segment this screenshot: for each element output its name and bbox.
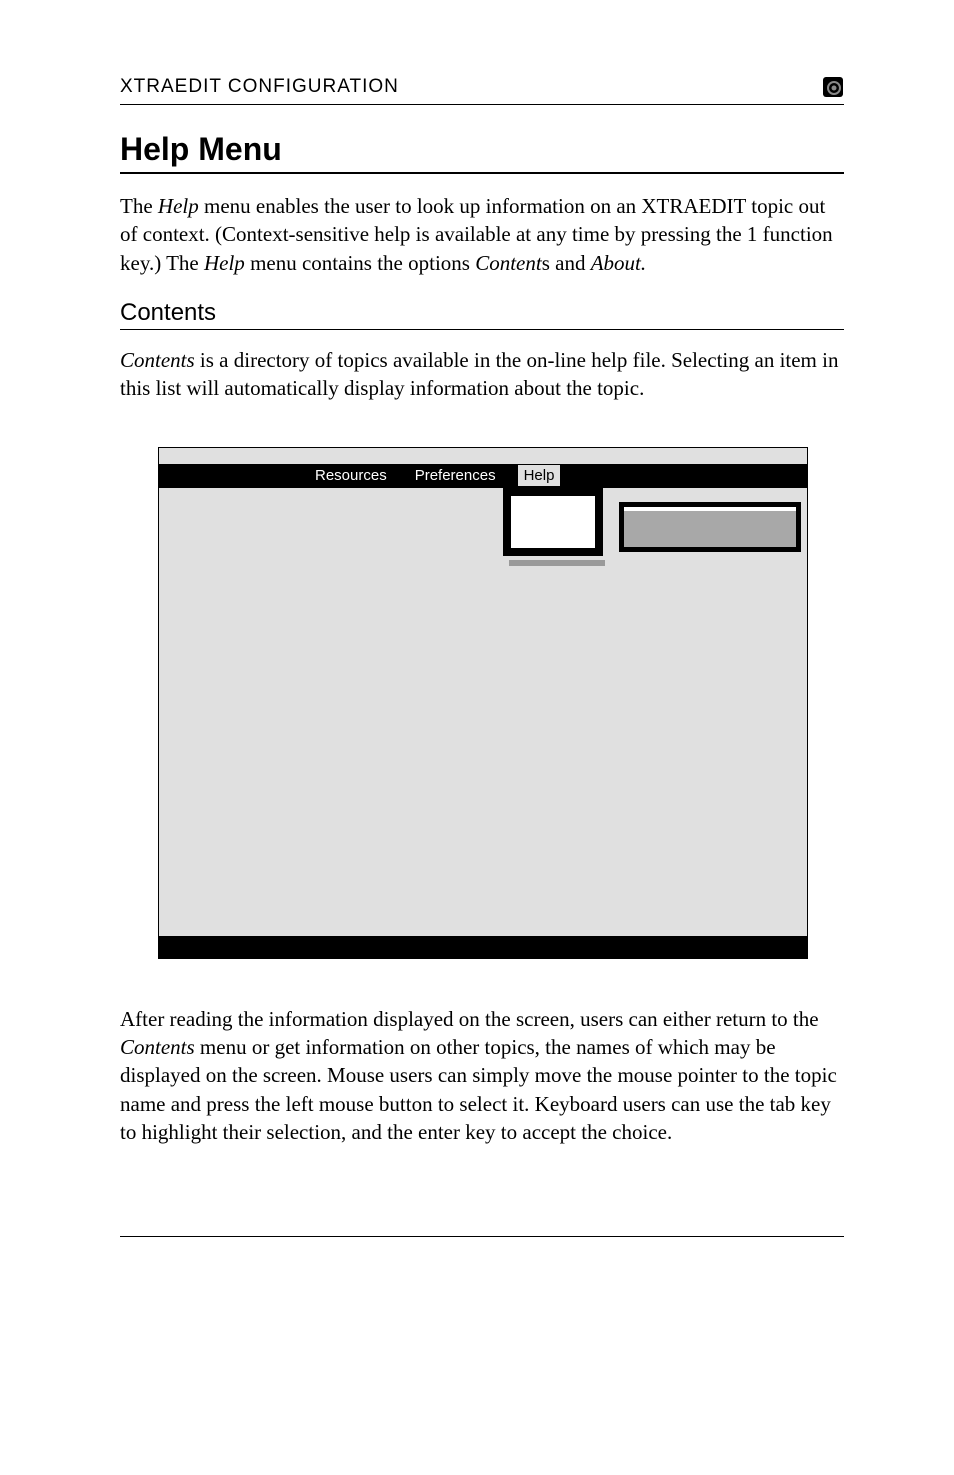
heading-help-menu: Help Menu (120, 131, 844, 174)
text-italic: Help (204, 251, 245, 275)
sub-window (619, 502, 801, 552)
logo-icon (822, 76, 844, 98)
text-italic: Help (158, 194, 199, 218)
text: is a directory of topics available in th… (120, 348, 838, 400)
text: After reading the information displayed … (120, 1007, 819, 1031)
menu-help[interactable]: Help (518, 465, 561, 486)
sub-window-titlebar (624, 507, 796, 511)
app-titlebar (159, 448, 807, 464)
text-italic: About. (591, 251, 646, 275)
text-italic: Content (475, 251, 542, 275)
app-body (159, 488, 807, 936)
menu-preferences[interactable]: Preferences (409, 465, 502, 486)
text: s and (542, 251, 591, 275)
help-dropdown[interactable] (503, 488, 603, 556)
page-content: XTRAEDIT CONFIGURATION Help Menu The Hel… (0, 0, 954, 1307)
running-header-text: XTRAEDIT CONFIGURATION (120, 76, 399, 98)
intro-paragraph: The Help menu enables the user to look u… (120, 192, 844, 277)
app-window: Resources Preferences Help (158, 447, 808, 959)
text-italic: Contents (120, 348, 195, 372)
menu-resources[interactable]: Resources (309, 465, 393, 486)
heading-contents: Contents (120, 299, 844, 330)
footer-rule (120, 1236, 844, 1237)
text: menu contains the options (245, 251, 475, 275)
text: The (120, 194, 158, 218)
dropdown-shadow (509, 560, 605, 566)
screenshot-figure: Resources Preferences Help (158, 447, 844, 959)
after-paragraph: After reading the information displayed … (120, 1005, 844, 1147)
dropdown-highlight (511, 496, 595, 548)
text: menu or get information on other topics,… (120, 1035, 837, 1144)
app-footer (159, 936, 807, 958)
contents-paragraph: Contents is a directory of topics availa… (120, 346, 844, 403)
running-header: XTRAEDIT CONFIGURATION (120, 76, 844, 105)
app-menubar: Resources Preferences Help (159, 464, 807, 488)
text-italic: Contents (120, 1035, 195, 1059)
